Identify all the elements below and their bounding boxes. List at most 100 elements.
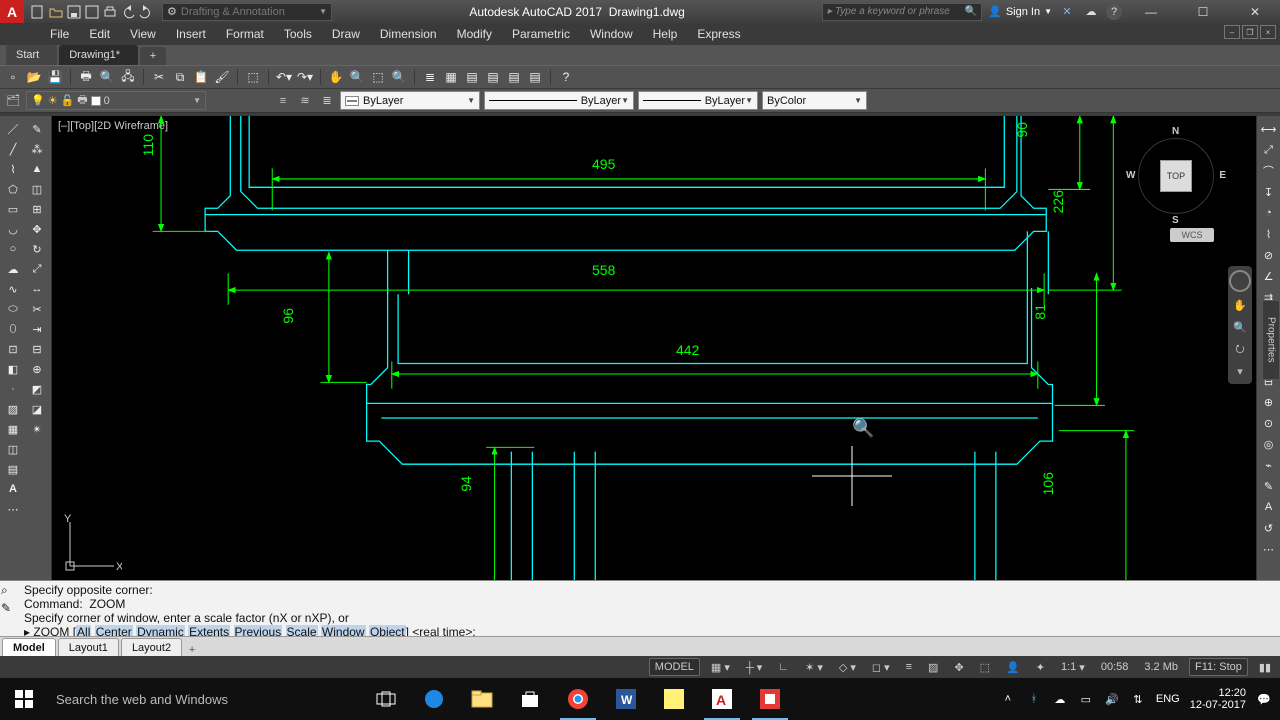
- menu-parametric[interactable]: Parametric: [502, 23, 580, 45]
- osnap-toggle-icon[interactable]: ◻ ▾: [867, 658, 895, 676]
- iso-toggle-icon[interactable]: ◇ ▾: [834, 658, 861, 676]
- annoscale2-icon[interactable]: ✦: [1031, 658, 1050, 676]
- text-icon[interactable]: A: [2, 480, 24, 498]
- redo-icon[interactable]: [138, 4, 154, 20]
- app-logo[interactable]: A: [0, 0, 24, 23]
- ortho-toggle-icon[interactable]: ∟: [773, 658, 794, 676]
- explorer-icon[interactable]: [458, 678, 506, 720]
- status-model[interactable]: MODEL: [649, 658, 700, 676]
- save-icon[interactable]: 💾: [46, 68, 64, 86]
- insert-icon[interactable]: ⊡: [2, 340, 24, 358]
- tab-layout1[interactable]: Layout1: [58, 638, 119, 656]
- rotate-icon[interactable]: ↻: [26, 240, 48, 258]
- mdi-minimize[interactable]: –: [1224, 25, 1240, 39]
- menu-modify[interactable]: Modify: [447, 23, 502, 45]
- layerprev-icon[interactable]: ≋: [296, 92, 314, 110]
- markup-icon[interactable]: ▤: [505, 68, 523, 86]
- qcalc-icon[interactable]: ▤: [526, 68, 544, 86]
- command-handle[interactable]: ⌕ ✎: [1, 583, 15, 615]
- trim-icon[interactable]: ✂: [26, 300, 48, 318]
- table-icon[interactable]: ▤: [2, 460, 24, 478]
- fillet-icon[interactable]: ◪: [26, 400, 48, 418]
- open-icon[interactable]: [48, 4, 64, 20]
- linetype-dropdown[interactable]: ByLayer ▼: [638, 91, 758, 110]
- polar-toggle-icon[interactable]: ✶ ▾: [800, 658, 828, 676]
- props-icon[interactable]: ≣: [421, 68, 439, 86]
- dimjog-icon[interactable]: ⌇: [1258, 225, 1280, 243]
- exchange-icon[interactable]: ✕: [1058, 3, 1076, 21]
- annoscale-icon[interactable]: 👤: [1001, 658, 1025, 676]
- lwt-toggle-icon[interactable]: ≡: [901, 658, 917, 676]
- battery-icon[interactable]: ▭: [1078, 691, 1094, 707]
- help2-icon[interactable]: ?: [557, 68, 575, 86]
- tab-model[interactable]: Model: [2, 638, 56, 656]
- menu-help[interactable]: Help: [643, 23, 688, 45]
- bluetooth-icon[interactable]: ᚼ: [1026, 691, 1042, 707]
- menu-file[interactable]: File: [40, 23, 79, 45]
- properties-palette-tab[interactable]: Properties: [1262, 300, 1280, 380]
- add-layout-button[interactable]: +: [182, 644, 202, 656]
- dimalign-icon[interactable]: ⤢: [1258, 141, 1280, 159]
- open-icon[interactable]: 📂: [25, 68, 43, 86]
- point-icon[interactable]: ·: [2, 380, 24, 398]
- ssm-icon[interactable]: ▤: [484, 68, 502, 86]
- tray-clock[interactable]: 12:20 12-07-2017: [1190, 687, 1246, 711]
- cut-icon[interactable]: ✂: [150, 68, 168, 86]
- break-icon[interactable]: ⊟: [26, 340, 48, 358]
- a360-icon[interactable]: ☁: [1082, 3, 1100, 21]
- word-icon[interactable]: W: [602, 678, 650, 720]
- scale-icon[interactable]: ⤢: [26, 260, 48, 278]
- scale-label[interactable]: 1:1 ▾: [1056, 658, 1090, 676]
- plotstyle-dropdown[interactable]: ByColor ▼: [762, 91, 867, 110]
- array-icon[interactable]: ⊞: [26, 200, 48, 218]
- new-tab-button[interactable]: +: [140, 47, 166, 65]
- action-center-icon[interactable]: 💬: [1256, 691, 1272, 707]
- spline-icon[interactable]: ∿: [2, 280, 24, 298]
- chamfer-icon[interactable]: ◩: [26, 380, 48, 398]
- menu-insert[interactable]: Insert: [166, 23, 216, 45]
- paste-icon[interactable]: 📋: [192, 68, 210, 86]
- onedrive-icon[interactable]: ☁: [1052, 691, 1068, 707]
- addsel-icon[interactable]: ⋯: [2, 500, 24, 518]
- sel-toggle-icon[interactable]: ✥: [949, 658, 968, 676]
- insp-icon[interactable]: ◎: [1258, 435, 1280, 453]
- lineweight-dropdown[interactable]: ByLayer ▼: [484, 91, 634, 110]
- menu-edit[interactable]: Edit: [79, 23, 120, 45]
- layer-props-icon[interactable]: 🗂: [4, 92, 22, 110]
- mirror-icon[interactable]: ▲: [26, 160, 48, 178]
- stretch-icon[interactable]: ↔: [26, 280, 48, 298]
- rec-f11[interactable]: F11: Stop: [1189, 658, 1248, 676]
- circle-icon[interactable]: ○: [2, 240, 24, 258]
- start-button[interactable]: [0, 678, 48, 720]
- undo-icon[interactable]: ↶▾: [275, 68, 293, 86]
- dimted-icon[interactable]: A: [1258, 498, 1280, 516]
- drawing-canvas[interactable]: [–][Top][2D Wireframe] N S E W TOP WCS ✋…: [52, 116, 1256, 580]
- dimarc-icon[interactable]: ⌒: [1258, 162, 1280, 180]
- tol-icon[interactable]: ⊕: [1258, 393, 1280, 411]
- cen-icon[interactable]: ⊙: [1258, 414, 1280, 432]
- zoom-prev-icon[interactable]: 🔍: [390, 68, 408, 86]
- help-icon[interactable]: ?: [1106, 4, 1122, 20]
- copy-icon[interactable]: ⁂: [26, 140, 48, 158]
- command-window[interactable]: ⌕ ✎ Specify opposite corner: Command: ZO…: [0, 580, 1280, 636]
- autocad-icon[interactable]: A: [698, 678, 746, 720]
- saveas-icon[interactable]: [84, 4, 100, 20]
- color-dropdown[interactable]: ByLayer ▼: [340, 91, 480, 110]
- layeriso-icon[interactable]: ≣: [318, 92, 336, 110]
- tab-layout2[interactable]: Layout2: [121, 638, 182, 656]
- menu-format[interactable]: Format: [216, 23, 274, 45]
- dimrad-icon[interactable]: ◔: [1258, 204, 1280, 222]
- edge-icon[interactable]: [410, 678, 458, 720]
- dc-icon[interactable]: ▦: [442, 68, 460, 86]
- rec-pause-icon[interactable]: ▮▮: [1254, 658, 1276, 676]
- menu-view[interactable]: View: [120, 23, 166, 45]
- ellipse-icon[interactable]: ⬭: [2, 300, 24, 318]
- menu-window[interactable]: Window: [580, 23, 643, 45]
- join-icon[interactable]: ⊕: [26, 360, 48, 378]
- joglin-icon[interactable]: ⌁: [1258, 456, 1280, 474]
- store-icon[interactable]: [506, 678, 554, 720]
- tp-icon[interactable]: ▤: [463, 68, 481, 86]
- snap-toggle-icon[interactable]: ┼ ▾: [741, 658, 767, 676]
- infocenter-search[interactable]: ▸ Type a keyword or phrase 🔍: [822, 3, 982, 21]
- maximize-button[interactable]: ☐: [1180, 0, 1226, 23]
